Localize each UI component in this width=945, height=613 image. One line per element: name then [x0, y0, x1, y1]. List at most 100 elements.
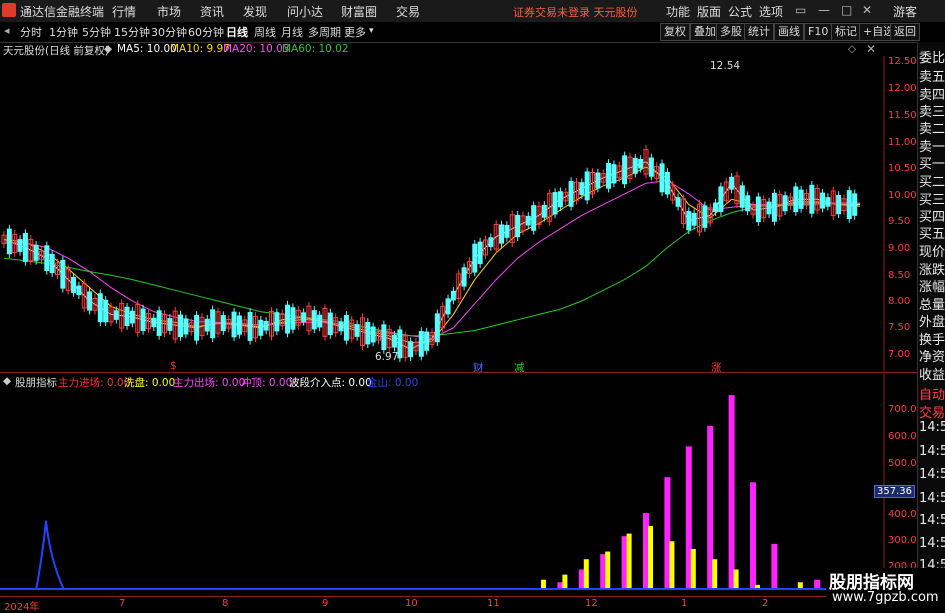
- menu-wenxiaoda[interactable]: 问小达: [287, 3, 323, 20]
- tool-fuquan[interactable]: 复权: [660, 23, 690, 41]
- menu-shichang[interactable]: 市场: [157, 3, 181, 20]
- candle-body: [140, 308, 146, 331]
- nav-left-icon[interactable]: ◂: [4, 24, 10, 37]
- cursor-value-label: 357.36: [874, 485, 915, 498]
- candle-body: [285, 304, 291, 334]
- y-tick: 12.50: [888, 56, 917, 67]
- login-status[interactable]: 证券交易未登录 天元股份: [513, 4, 638, 20]
- candle-body: [327, 312, 333, 335]
- side-panel-item[interactable]: 自动: [919, 384, 945, 403]
- indicator-bar-yellow: [605, 551, 611, 590]
- candle-body: [499, 224, 505, 244]
- candle-body: [771, 192, 777, 222]
- candle-body: [17, 239, 23, 252]
- candle-body: [418, 331, 424, 357]
- skin-icon[interactable]: ▭: [795, 3, 806, 17]
- side-panel-item: 14:56: [919, 536, 945, 551]
- menu-gongneng[interactable]: 功能: [666, 3, 690, 20]
- candle-body: [408, 341, 414, 358]
- period-fenshi[interactable]: 分时: [20, 24, 42, 40]
- watermark-url: www.7gpzb.com: [832, 590, 939, 605]
- indicator-bar-yellow: [712, 559, 718, 590]
- menu-gongshi[interactable]: 公式: [728, 3, 752, 20]
- maximize-icon[interactable]: □: [841, 3, 852, 17]
- menu-zixun[interactable]: 资讯: [200, 3, 224, 20]
- candle-body: [611, 164, 617, 184]
- minimize-icon[interactable]: —: [818, 3, 830, 17]
- side-panel-item: 卖二: [919, 122, 945, 137]
- menu-hangqing[interactable]: 行情: [112, 3, 136, 20]
- side-panel-item: 14:56: [919, 444, 945, 459]
- x-tick: 8: [222, 598, 229, 609]
- candle-body: [702, 205, 708, 228]
- period-5min[interactable]: 5分钟: [82, 24, 111, 40]
- candle-body: [6, 228, 12, 255]
- menu-faxian[interactable]: 发现: [243, 3, 267, 20]
- candle-body: [584, 171, 590, 201]
- candle-body: [632, 157, 638, 174]
- menu-caifuquan[interactable]: 财富圈: [341, 3, 377, 20]
- menu-banmian[interactable]: 版面: [697, 3, 721, 20]
- period-monthly[interactable]: 月线: [281, 24, 303, 40]
- y-tick: 9.50: [888, 216, 911, 227]
- ma20-label: MA20: 10.03: [223, 43, 290, 55]
- period-15min[interactable]: 15分钟: [114, 24, 150, 40]
- candle-body: [263, 321, 269, 331]
- tool-f10[interactable]: F10: [804, 23, 833, 41]
- menu-xuanxiang[interactable]: 选项: [759, 3, 783, 20]
- main-kline-chart[interactable]: [0, 56, 885, 396]
- candle-body: [718, 186, 724, 213]
- side-panel-item[interactable]: 交易: [919, 402, 945, 421]
- high-price-label: 12.54: [710, 60, 741, 72]
- chart-settings-icon[interactable]: ◇: [848, 43, 856, 55]
- indicator-y-tick: 700.0: [888, 404, 917, 415]
- user-guest[interactable]: 游客: [893, 3, 917, 20]
- tool-fanhui[interactable]: 返回: [890, 23, 920, 41]
- chart-close-icon[interactable]: ✕: [866, 42, 876, 56]
- tool-duogu[interactable]: 多股: [716, 23, 746, 41]
- candle-body: [622, 155, 628, 185]
- candle-body: [782, 195, 788, 212]
- period-weekly[interactable]: 周线: [254, 24, 276, 40]
- candle-body: [220, 315, 226, 332]
- x-tick: 11: [487, 598, 500, 609]
- close-icon[interactable]: ✕: [862, 3, 872, 17]
- candle-body: [424, 331, 430, 351]
- candle-body: [97, 293, 103, 323]
- candle-body: [49, 253, 55, 274]
- period-more[interactable]: 更多: [344, 24, 366, 40]
- ma60-label: MA60: 10.02: [282, 43, 349, 55]
- indicator-chart[interactable]: [0, 388, 885, 596]
- candle-body: [541, 204, 547, 218]
- candle-body: [103, 299, 109, 323]
- tool-huaxian[interactable]: 画线: [774, 23, 804, 41]
- period-30min[interactable]: 30分钟: [151, 24, 187, 40]
- candle-body: [809, 184, 815, 214]
- candle-body: [729, 176, 735, 190]
- indicator-bar-yellow: [562, 574, 568, 590]
- indicator-bar-yellow: [733, 569, 739, 590]
- candle-body: [525, 215, 531, 226]
- x-tick: 1: [681, 598, 688, 609]
- tool-tongji[interactable]: 统计: [744, 23, 774, 41]
- side-panel-item: 涨幅: [919, 280, 945, 295]
- tool-biaoji[interactable]: 标记: [831, 23, 861, 41]
- more-dropdown-icon[interactable]: ▾: [369, 26, 374, 36]
- side-panel-item: 14:56: [919, 491, 945, 506]
- indicator-bar-magenta: [771, 543, 778, 590]
- period-multi[interactable]: 多周期: [308, 24, 341, 40]
- indicator-y-tick: 400.0: [888, 509, 917, 520]
- candle-body: [210, 309, 216, 339]
- candle-body: [579, 182, 585, 195]
- menu-jiaoyi[interactable]: 交易: [396, 3, 420, 20]
- indicator-bar-magenta: [728, 395, 735, 590]
- candle-body: [504, 224, 510, 238]
- period-1min[interactable]: 1分钟: [49, 24, 78, 40]
- period-60min[interactable]: 60分钟: [188, 24, 224, 40]
- event-marker[interactable]: $: [170, 360, 177, 372]
- candle-body: [311, 310, 317, 330]
- period-daily[interactable]: 日线: [226, 24, 248, 40]
- side-panel-item: 14:56: [919, 420, 945, 435]
- ma-settings-icon[interactable]: ◆: [104, 43, 112, 55]
- indicator-settings-icon[interactable]: ◆: [3, 375, 11, 387]
